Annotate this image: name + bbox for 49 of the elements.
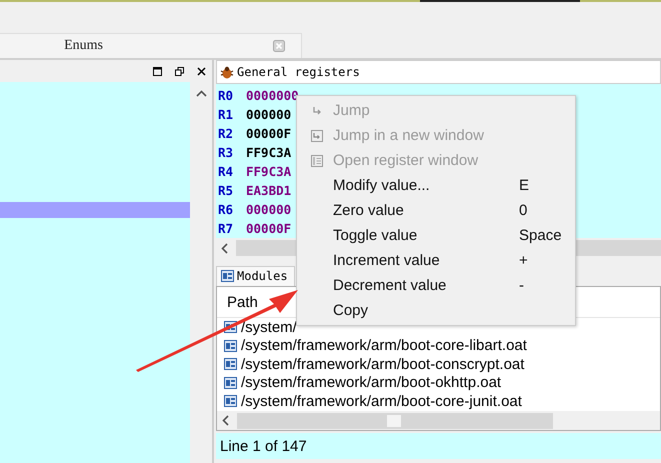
scroll-left-icon[interactable] — [222, 415, 229, 426]
column-header[interactable]: Path — [227, 294, 258, 310]
window-icon — [311, 154, 323, 166]
modules-icon — [221, 270, 234, 282]
menu-item[interactable]: Increment value + — [297, 248, 575, 273]
module-icon — [224, 395, 237, 408]
panel-title: General registers — [237, 65, 360, 79]
register-value: FF9C3A — [246, 145, 292, 160]
module-path[interactable]: /system/framework/arm/boot-okhttp.oat — [241, 374, 502, 392]
restore-icon[interactable] — [175, 66, 184, 76]
register-name: R2 — [218, 126, 234, 141]
bug-icon — [220, 66, 234, 78]
register-value: FF9C3A — [246, 164, 292, 179]
menu-item[interactable]: Modify value... E — [297, 173, 575, 198]
module-path[interactable]: /system/framework/arm/boot-core-junit.oat — [241, 392, 522, 410]
module-path[interactable]: /system/ — [241, 318, 297, 336]
tab[interactable]: Enums — [0, 33, 302, 58]
register-value: 000000 — [246, 202, 292, 217]
scroll-left-icon[interactable] — [221, 242, 228, 254]
register-value: EA3BD1 — [246, 183, 292, 198]
register-name: R6 — [218, 202, 234, 217]
register-name: R4 — [218, 164, 234, 179]
menu-item[interactable]: Copy — [297, 298, 575, 323]
register-name: R1 — [218, 107, 234, 122]
module-icon — [224, 340, 237, 352]
module-icon — [224, 358, 237, 370]
status-text: Line 1 of 147 — [220, 438, 307, 454]
register-value: 00000F — [246, 126, 292, 141]
menu-item[interactable]: Decrement value - — [297, 273, 575, 298]
register-name: R7 — [218, 221, 234, 236]
register-value: 00000F — [246, 221, 292, 236]
jump-arrow-icon — [312, 106, 322, 114]
register-name: R3 — [218, 145, 234, 160]
scroll-up-icon[interactable] — [196, 90, 206, 97]
menu-item[interactable]: Toggle value Space — [297, 223, 575, 248]
module-path[interactable]: /system/framework/arm/boot-core-libart.oat — [241, 337, 527, 354]
new-window-icon — [311, 130, 323, 142]
register-name: R5 — [218, 183, 234, 198]
module-path[interactable]: /system/framework/arm/boot-conscrypt.oat — [241, 356, 524, 373]
register-value: 0000000 — [246, 88, 299, 103]
menu-item[interactable]: Zero value 0 — [297, 198, 575, 223]
module-icon — [224, 376, 237, 389]
close-icon[interactable] — [197, 66, 206, 76]
scrollbar[interactable] — [217, 411, 660, 430]
tab[interactable]: Modules — [216, 266, 295, 286]
maximize-icon[interactable] — [153, 66, 162, 76]
register-value: 000000 — [246, 107, 292, 122]
register-name: R0 — [218, 88, 234, 103]
scrollbar-thumb[interactable] — [387, 414, 401, 426]
